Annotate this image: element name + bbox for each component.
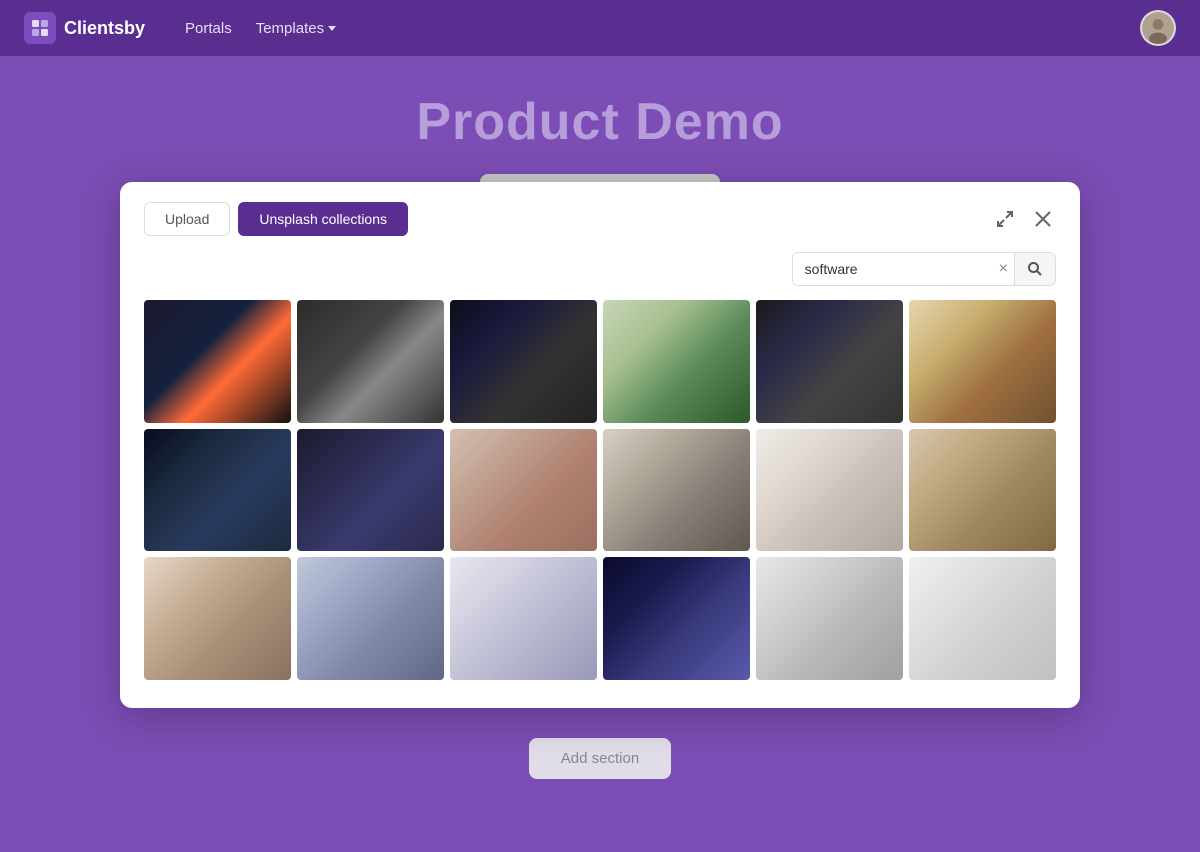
brand-logo-icon [24, 12, 56, 44]
image-cell[interactable] [756, 429, 903, 552]
avatar[interactable] [1140, 10, 1176, 46]
image-cell[interactable] [144, 300, 291, 423]
page-title: Product Demo [416, 92, 783, 152]
brand-name: Clientsby [64, 18, 145, 39]
image-cell[interactable] [450, 300, 597, 423]
image-cell[interactable] [603, 300, 750, 423]
tab-unsplash[interactable]: Unsplash collections [238, 202, 408, 236]
image-cell[interactable] [756, 557, 903, 680]
page-background: Product Demo Upload Unsplash collections [0, 56, 1200, 852]
image-cell[interactable] [297, 429, 444, 552]
search-input[interactable] [793, 253, 993, 285]
navbar: Clientsby Portals Templates [0, 0, 1200, 56]
modal-actions [992, 206, 1056, 232]
nav-links: Portals Templates [177, 14, 344, 43]
image-cell[interactable] [297, 300, 444, 423]
search-submit-button[interactable] [1014, 253, 1055, 285]
image-cell[interactable] [909, 557, 1056, 680]
image-cell[interactable] [450, 429, 597, 552]
close-icon [1034, 210, 1052, 228]
image-cell[interactable] [144, 557, 291, 680]
search-icon [1027, 261, 1043, 277]
search-box: × [792, 252, 1056, 286]
nav-templates[interactable]: Templates [248, 14, 344, 43]
add-section-button[interactable]: Add section [529, 738, 671, 779]
modal-tabs: Upload Unsplash collections [144, 202, 408, 236]
image-grid [144, 300, 1056, 680]
image-cell[interactable] [603, 557, 750, 680]
modal-header: Upload Unsplash collections [144, 202, 1056, 236]
image-cell[interactable] [297, 557, 444, 680]
expand-icon [996, 210, 1014, 228]
image-cell[interactable] [909, 300, 1056, 423]
image-cell[interactable] [144, 429, 291, 552]
search-row: × [144, 252, 1056, 286]
expand-icon-button[interactable] [992, 206, 1018, 232]
search-clear-button[interactable]: × [993, 260, 1014, 278]
close-icon-button[interactable] [1030, 206, 1056, 232]
tab-upload[interactable]: Upload [144, 202, 230, 236]
image-cell[interactable] [603, 429, 750, 552]
image-cell[interactable] [909, 429, 1056, 552]
nav-portals[interactable]: Portals [177, 14, 240, 43]
chevron-down-icon [328, 26, 336, 31]
image-cell[interactable] [450, 557, 597, 680]
image-cell[interactable] [756, 300, 903, 423]
brand-logo-link[interactable]: Clientsby [24, 12, 145, 44]
image-picker-modal: Upload Unsplash collections [120, 182, 1080, 708]
